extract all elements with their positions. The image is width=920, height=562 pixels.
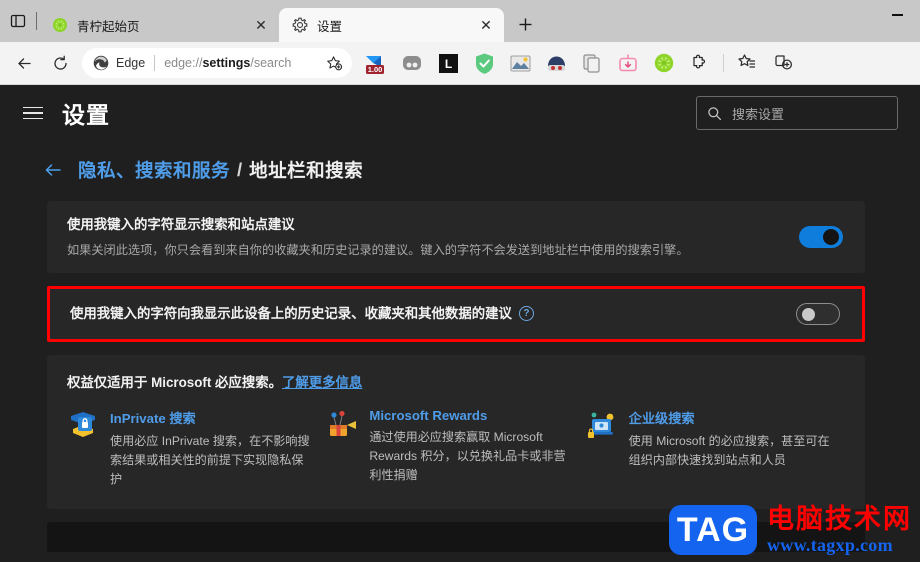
highlight-annotation-box: 使用我键入的字符向我显示此设备上的历史记录、收藏夹和其他数据的建议? bbox=[47, 286, 865, 343]
url-bold: settings bbox=[202, 56, 251, 70]
feature-body: 企业级搜索 使用 Microsoft 的必应搜索，甚至可在组织内部快速找到站点和… bbox=[629, 408, 831, 488]
bing-card-heading: 权益仅适用于 Microsoft 必应搜索。了解更多信息 bbox=[67, 371, 845, 391]
tab-title: 设置 bbox=[317, 19, 343, 34]
setting-row[interactable]: 使用我键入的字符向我显示此设备上的历史记录、收藏夹和其他数据的建议? bbox=[50, 289, 862, 339]
collections-icon[interactable] bbox=[732, 48, 762, 78]
bing-benefits-card: 权益仅适用于 Microsoft 必应搜索。了解更多信息 InPrivate 搜… bbox=[47, 355, 865, 509]
search-icon bbox=[707, 106, 722, 121]
svg-text:L: L bbox=[444, 57, 451, 71]
setting-row-texts: 使用我键入的字符显示搜索和站点建议 如果关闭此选项，你只会看到来自你的收藏夹和历… bbox=[67, 215, 799, 259]
feature-body: InPrivate 搜索 使用必应 InPrivate 搜索，在不影响搜索结果或… bbox=[110, 408, 312, 488]
letter-l-extension-icon[interactable]: L bbox=[433, 48, 463, 78]
omnibox-separator bbox=[154, 55, 156, 71]
omnibox-brand-label: Edge bbox=[116, 56, 146, 70]
bing-card-heading-text: 权益仅适用于 Microsoft 必应搜索。 bbox=[67, 375, 282, 391]
feature-inprivate-search: InPrivate 搜索 使用必应 InPrivate 搜索，在不影响搜索结果或… bbox=[67, 408, 326, 488]
bing-feature-list: InPrivate 搜索 使用必应 InPrivate 搜索，在不影响搜索结果或… bbox=[67, 408, 845, 488]
refresh-icon[interactable] bbox=[44, 47, 76, 79]
setting-row-title-text: 使用我键入的字符向我显示此设备上的历史记录、收藏夹和其他数据的建议 bbox=[70, 306, 512, 322]
breadcrumb-current: 地址栏和搜索 bbox=[249, 160, 364, 181]
breadcrumb-separator: / bbox=[237, 159, 243, 180]
lime-circle-extension-icon[interactable] bbox=[649, 48, 679, 78]
breadcrumb: 隐私、搜索和服务 / 地址栏和搜索 bbox=[20, 141, 900, 201]
settings-content: 隐私、搜索和服务 / 地址栏和搜索 使用我键入的字符显示搜索和站点建议 如果关闭… bbox=[0, 141, 920, 552]
two-dots-extension-icon[interactable] bbox=[397, 48, 427, 78]
add-favorite-icon[interactable] bbox=[322, 51, 346, 75]
search-settings-input[interactable]: 搜索设置 bbox=[696, 96, 898, 130]
toggle-switch-local-history-suggestions[interactable] bbox=[796, 303, 840, 326]
feature-body: Microsoft Rewards 通过使用必应搜索赢取 Microsoft R… bbox=[369, 408, 571, 488]
feature-enterprise-search: 企业级搜索 使用 Microsoft 的必应搜索，甚至可在组织内部快速找到站点和… bbox=[586, 408, 845, 488]
feature-title[interactable]: 企业级搜索 bbox=[629, 408, 831, 427]
enterprise-laptop-icon bbox=[586, 409, 618, 441]
page-title: 设置 bbox=[62, 102, 110, 128]
setting-card-local-suggestions: 使用我键入的字符向我显示此设备上的历史记录、收藏夹和其他数据的建议? bbox=[50, 289, 862, 340]
translate-badge-text: 1.00 bbox=[368, 65, 383, 74]
rewards-gift-icon bbox=[326, 409, 358, 441]
url-prefix: edge:// bbox=[164, 56, 203, 70]
toggle-switch-search-suggestions[interactable] bbox=[799, 226, 843, 249]
setting-row[interactable]: 使用我键入的字符显示搜索和站点建议 如果关闭此选项，你只会看到来自你的收藏夹和历… bbox=[47, 201, 865, 273]
setting-row-texts: 使用我键入的字符向我显示此设备上的历史记录、收藏夹和其他数据的建议? bbox=[70, 304, 796, 324]
toggle-knob bbox=[823, 229, 839, 246]
feature-description: 通过使用必应搜索赢取 Microsoft Rewards 积分，以兑换礼品卡或非… bbox=[369, 430, 566, 482]
tab-strip-divider bbox=[36, 12, 37, 30]
next-setting-card-partial bbox=[47, 521, 865, 552]
minimize-button[interactable] bbox=[874, 0, 920, 30]
browser-tab-2[interactable]: 设置 ✕ bbox=[279, 8, 504, 42]
setting-card-suggestions: 使用我键入的字符显示搜索和站点建议 如果关闭此选项，你只会看到来自你的收藏夹和历… bbox=[47, 201, 865, 274]
edge-logo-icon bbox=[92, 54, 110, 72]
url-suffix: /search bbox=[250, 56, 292, 70]
browser-tab-1[interactable]: 青柠起始页 ✕ bbox=[39, 8, 279, 42]
translate-extension-icon[interactable]: 1.00 bbox=[361, 48, 391, 78]
settings-page: 设置 搜索设置 隐私、搜索和服务 / 地址栏和搜索 使用我键入的字符显示搜索和站… bbox=[0, 85, 920, 562]
back-arrow-icon[interactable] bbox=[8, 47, 40, 79]
feature-microsoft-rewards: Microsoft Rewards 通过使用必应搜索赢取 Microsoft R… bbox=[326, 408, 585, 488]
puzzle-extensions-icon[interactable] bbox=[685, 48, 715, 78]
toolbar-separator bbox=[723, 54, 724, 72]
split-screen-icon[interactable] bbox=[768, 48, 798, 78]
setting-row-title: 使用我键入的字符显示搜索和站点建议 bbox=[67, 217, 295, 232]
inprivate-lock-icon bbox=[67, 409, 99, 441]
settings-page-header: 设置 搜索设置 bbox=[0, 85, 920, 141]
gear-icon bbox=[291, 17, 308, 34]
feature-description: 使用 Microsoft 的必应搜索，甚至可在组织内部快速找到站点和人员 bbox=[628, 434, 830, 468]
feature-title[interactable]: Microsoft Rewards bbox=[369, 408, 571, 423]
tab-close-button[interactable]: ✕ bbox=[476, 15, 496, 35]
window-controls bbox=[874, 0, 920, 42]
tab-actions-icon[interactable] bbox=[0, 0, 36, 42]
browser-toolbar: Edge edge://settings/search 1.00 L bbox=[0, 42, 920, 85]
feature-title[interactable]: InPrivate 搜索 bbox=[110, 408, 312, 427]
learn-more-link[interactable]: 了解更多信息 bbox=[282, 375, 362, 390]
search-settings-placeholder: 搜索设置 bbox=[732, 106, 785, 122]
setting-row-title: 使用我键入的字符向我显示此设备上的历史记录、收藏夹和其他数据的建议? bbox=[70, 304, 776, 324]
tab-title: 青柠起始页 bbox=[77, 19, 140, 34]
tab-strip: 青柠起始页 ✕ 设置 ✕ bbox=[0, 0, 920, 42]
lime-circle-icon bbox=[51, 17, 68, 34]
help-question-icon[interactable]: ? bbox=[518, 306, 534, 322]
face-extension-icon[interactable] bbox=[541, 48, 571, 78]
feature-description: 使用必应 InPrivate 搜索，在不影响搜索结果或相关性的前提下实现隐私保护 bbox=[110, 434, 310, 486]
setting-row-description: 如果关闭此选项，你只会看到来自你的收藏夹和历史记录的建议。键入的字符不会发送到地… bbox=[67, 243, 689, 258]
green-shield-extension-icon[interactable] bbox=[469, 48, 499, 78]
back-arrow-icon[interactable] bbox=[40, 157, 66, 183]
address-bar[interactable]: Edge edge://settings/search bbox=[82, 48, 352, 78]
pink-tv-extension-icon[interactable] bbox=[613, 48, 643, 78]
image-extension-icon[interactable] bbox=[505, 48, 535, 78]
hamburger-menu-icon[interactable] bbox=[18, 98, 48, 128]
omnibox-url[interactable]: edge://settings/search bbox=[164, 56, 322, 70]
toggle-knob bbox=[802, 308, 815, 322]
breadcrumb-parent-link[interactable]: 隐私、搜索和服务 bbox=[78, 157, 230, 183]
tab-close-button[interactable]: ✕ bbox=[251, 15, 271, 35]
copy-pages-extension-icon[interactable] bbox=[577, 48, 607, 78]
new-tab-button[interactable] bbox=[510, 9, 540, 39]
